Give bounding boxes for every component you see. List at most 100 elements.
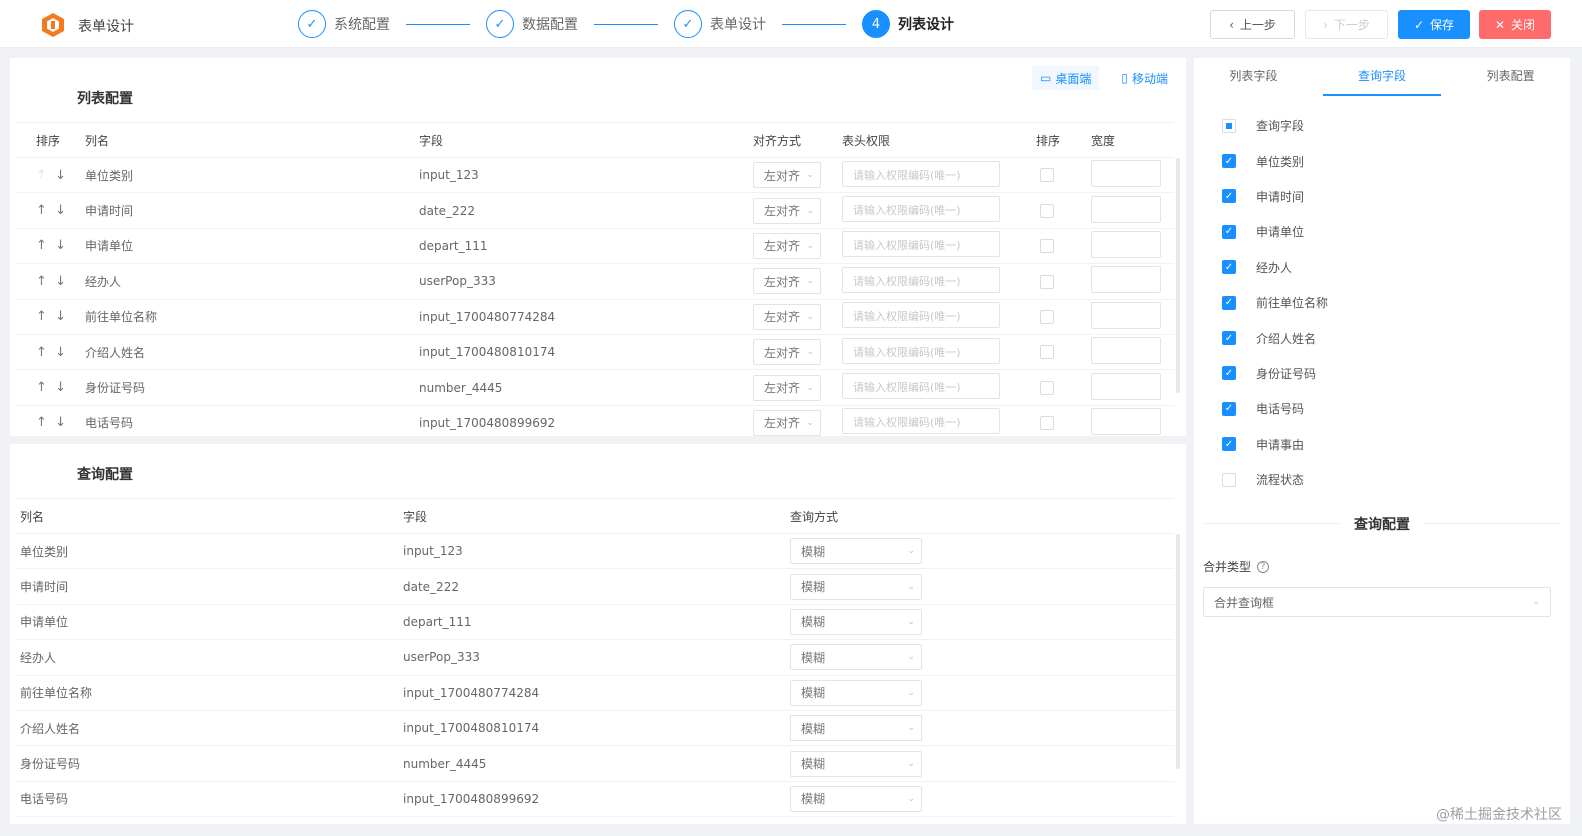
query-field-item[interactable]: ✓ 身份证号码: [1222, 356, 1328, 391]
merge-type-select[interactable]: 合并查询框 ⌄: [1203, 587, 1551, 617]
list-scrollbar[interactable]: [1176, 158, 1180, 393]
width-input[interactable]: [1091, 230, 1161, 258]
checkbox[interactable]: ✓: [1222, 401, 1236, 416]
align-select[interactable]: 左对齐 ⌄: [753, 339, 821, 366]
perm-code-input[interactable]: 请输入权限编码(唯一): [842, 266, 1000, 293]
arrow-down-icon[interactable]: ↓: [55, 345, 66, 360]
query-mode-select[interactable]: 模糊 ⌄: [790, 715, 922, 742]
query-mode-select[interactable]: 模糊 ⌄: [790, 750, 922, 777]
sortable-checkbox[interactable]: [1040, 168, 1054, 183]
help-icon[interactable]: ?: [1257, 560, 1270, 573]
arrow-down-icon[interactable]: ↓: [55, 415, 66, 430]
checkbox[interactable]: [1222, 118, 1236, 133]
width-input[interactable]: [1091, 160, 1161, 188]
query-field-item[interactable]: ✓ 单位类别: [1222, 143, 1328, 178]
tab-desktop[interactable]: ▭ 桌面端: [1032, 66, 1100, 90]
sortable-checkbox[interactable]: [1040, 380, 1054, 395]
perm-code-input[interactable]: 请输入权限编码(唯一): [842, 408, 1000, 435]
perm-code-input[interactable]: 请输入权限编码(唯一): [842, 160, 1000, 187]
arrow-up-icon[interactable]: ↑: [36, 380, 47, 395]
align-select[interactable]: 左对齐 ⌄: [753, 268, 821, 295]
step-form-design[interactable]: ✓ 表单设计: [674, 8, 766, 40]
query-field-item[interactable]: ✓ 介绍人姓名: [1222, 320, 1328, 355]
checkbox[interactable]: ✓: [1222, 224, 1236, 239]
checkbox[interactable]: ✓: [1222, 154, 1236, 169]
query-mode-select[interactable]: 模糊 ⌄: [790, 679, 922, 706]
query-field-item[interactable]: ✓ 申请时间: [1222, 179, 1328, 214]
align-select[interactable]: 左对齐 ⌄: [753, 162, 821, 189]
arrow-down-icon[interactable]: ↓: [55, 203, 66, 218]
arrow-down-icon[interactable]: ↓: [55, 274, 66, 289]
perm-code-input[interactable]: 请输入权限编码(唯一): [842, 337, 1000, 364]
arrow-down-icon[interactable]: ↓: [55, 168, 66, 183]
sortable-checkbox[interactable]: [1040, 239, 1054, 254]
arrow-up-icon[interactable]: ↑: [36, 203, 47, 218]
query-mode-select[interactable]: 模糊 ⌄: [790, 538, 922, 565]
width-input[interactable]: [1091, 337, 1161, 365]
width-input[interactable]: [1091, 301, 1161, 329]
arrow-down-icon[interactable]: ↓: [55, 309, 66, 324]
query-mode-select[interactable]: 模糊 ⌄: [790, 644, 922, 671]
width-input[interactable]: [1091, 195, 1161, 223]
arrow-up-icon[interactable]: ↑: [36, 309, 47, 324]
query-field-item[interactable]: ✓ 经办人: [1222, 250, 1328, 285]
checkbox[interactable]: ✓: [1222, 366, 1236, 381]
query-field-item[interactable]: 查询字段: [1222, 108, 1328, 143]
align-select[interactable]: 左对齐 ⌄: [753, 303, 821, 330]
perm-code-input[interactable]: 请输入权限编码(唯一): [842, 302, 1000, 329]
align-select[interactable]: 左对齐 ⌄: [753, 197, 821, 224]
checkbox[interactable]: ✓: [1222, 295, 1236, 310]
query-mode-select[interactable]: 模糊 ⌄: [790, 785, 922, 812]
align-select[interactable]: 左对齐 ⌄: [753, 232, 821, 259]
arrow-up-icon[interactable]: ↑: [36, 238, 47, 253]
checkbox[interactable]: [1222, 472, 1236, 487]
sortable-checkbox[interactable]: [1040, 274, 1054, 289]
query-field-item[interactable]: 流程状态: [1222, 462, 1328, 497]
query-field-item[interactable]: ✓ 申请单位: [1222, 214, 1328, 249]
save-button[interactable]: ✓ 保存: [1398, 10, 1470, 39]
next-step-button[interactable]: › 下一步: [1305, 10, 1388, 39]
sortable-checkbox[interactable]: [1040, 310, 1054, 324]
width-input[interactable]: [1091, 407, 1161, 435]
logo-icon: [42, 13, 64, 37]
sortable-checkbox[interactable]: [1040, 203, 1054, 218]
checkbox[interactable]: ✓: [1222, 260, 1236, 275]
arrow-up-icon[interactable]: ↑: [36, 345, 47, 360]
prev-step-button[interactable]: ‹ 上一步: [1210, 10, 1295, 39]
align-select[interactable]: 左对齐 ⌄: [753, 374, 821, 401]
merge-type-value: 合并查询框: [1214, 595, 1275, 610]
arrow-up-icon[interactable]: ↑: [36, 415, 47, 430]
arrow-down-icon[interactable]: ↓: [55, 380, 66, 395]
close-button[interactable]: ✕ 关闭: [1479, 10, 1551, 39]
checkbox[interactable]: ✓: [1222, 437, 1236, 452]
sortable-checkbox[interactable]: [1040, 416, 1054, 431]
align-select[interactable]: 左对齐 ⌄: [753, 409, 821, 436]
step-list-design[interactable]: 4 列表设计: [862, 8, 954, 40]
width-input[interactable]: [1091, 372, 1161, 400]
query-mode-select[interactable]: 模糊 ⌄: [790, 608, 922, 635]
tab-mobile[interactable]: ▯ 移动端: [1113, 66, 1176, 90]
perm-code-input[interactable]: 请输入权限编码(唯一): [842, 231, 1000, 258]
checkbox[interactable]: ✓: [1222, 331, 1236, 346]
arrow-down-icon[interactable]: ↓: [55, 238, 66, 253]
chevron-down-icon: ⌄: [806, 347, 814, 358]
sortable-checkbox[interactable]: [1040, 345, 1054, 360]
tab-list-fields[interactable]: 列表字段: [1194, 58, 1313, 96]
width-input[interactable]: [1091, 266, 1161, 294]
query-scrollbar[interactable]: [1176, 534, 1180, 769]
perm-code-input[interactable]: 请输入权限编码(唯一): [842, 373, 1000, 400]
query-field-item[interactable]: ✓ 申请事由: [1222, 427, 1328, 462]
checkbox[interactable]: ✓: [1222, 189, 1236, 204]
cell-field: input_1700480810174: [403, 710, 790, 747]
perm-code-input[interactable]: 请输入权限编码(唯一): [842, 196, 1000, 223]
tab-list-config[interactable]: 列表配置: [1451, 58, 1570, 96]
query-mode-select[interactable]: 模糊 ⌄: [790, 573, 922, 600]
arrow-up-icon[interactable]: ↑: [36, 274, 47, 289]
tab-query-fields[interactable]: 查询字段: [1322, 58, 1442, 96]
step-data-config[interactable]: ✓ 数据配置: [486, 8, 578, 40]
query-field-item[interactable]: ✓ 前往单位名称: [1222, 285, 1328, 320]
query-field-item[interactable]: ✓ 电话号码: [1222, 391, 1328, 426]
step-system-config[interactable]: ✓ 系统配置: [298, 8, 390, 40]
arrow-up-icon[interactable]: ↑: [36, 168, 47, 183]
side-query-config-title: 查询配置: [1194, 514, 1570, 534]
